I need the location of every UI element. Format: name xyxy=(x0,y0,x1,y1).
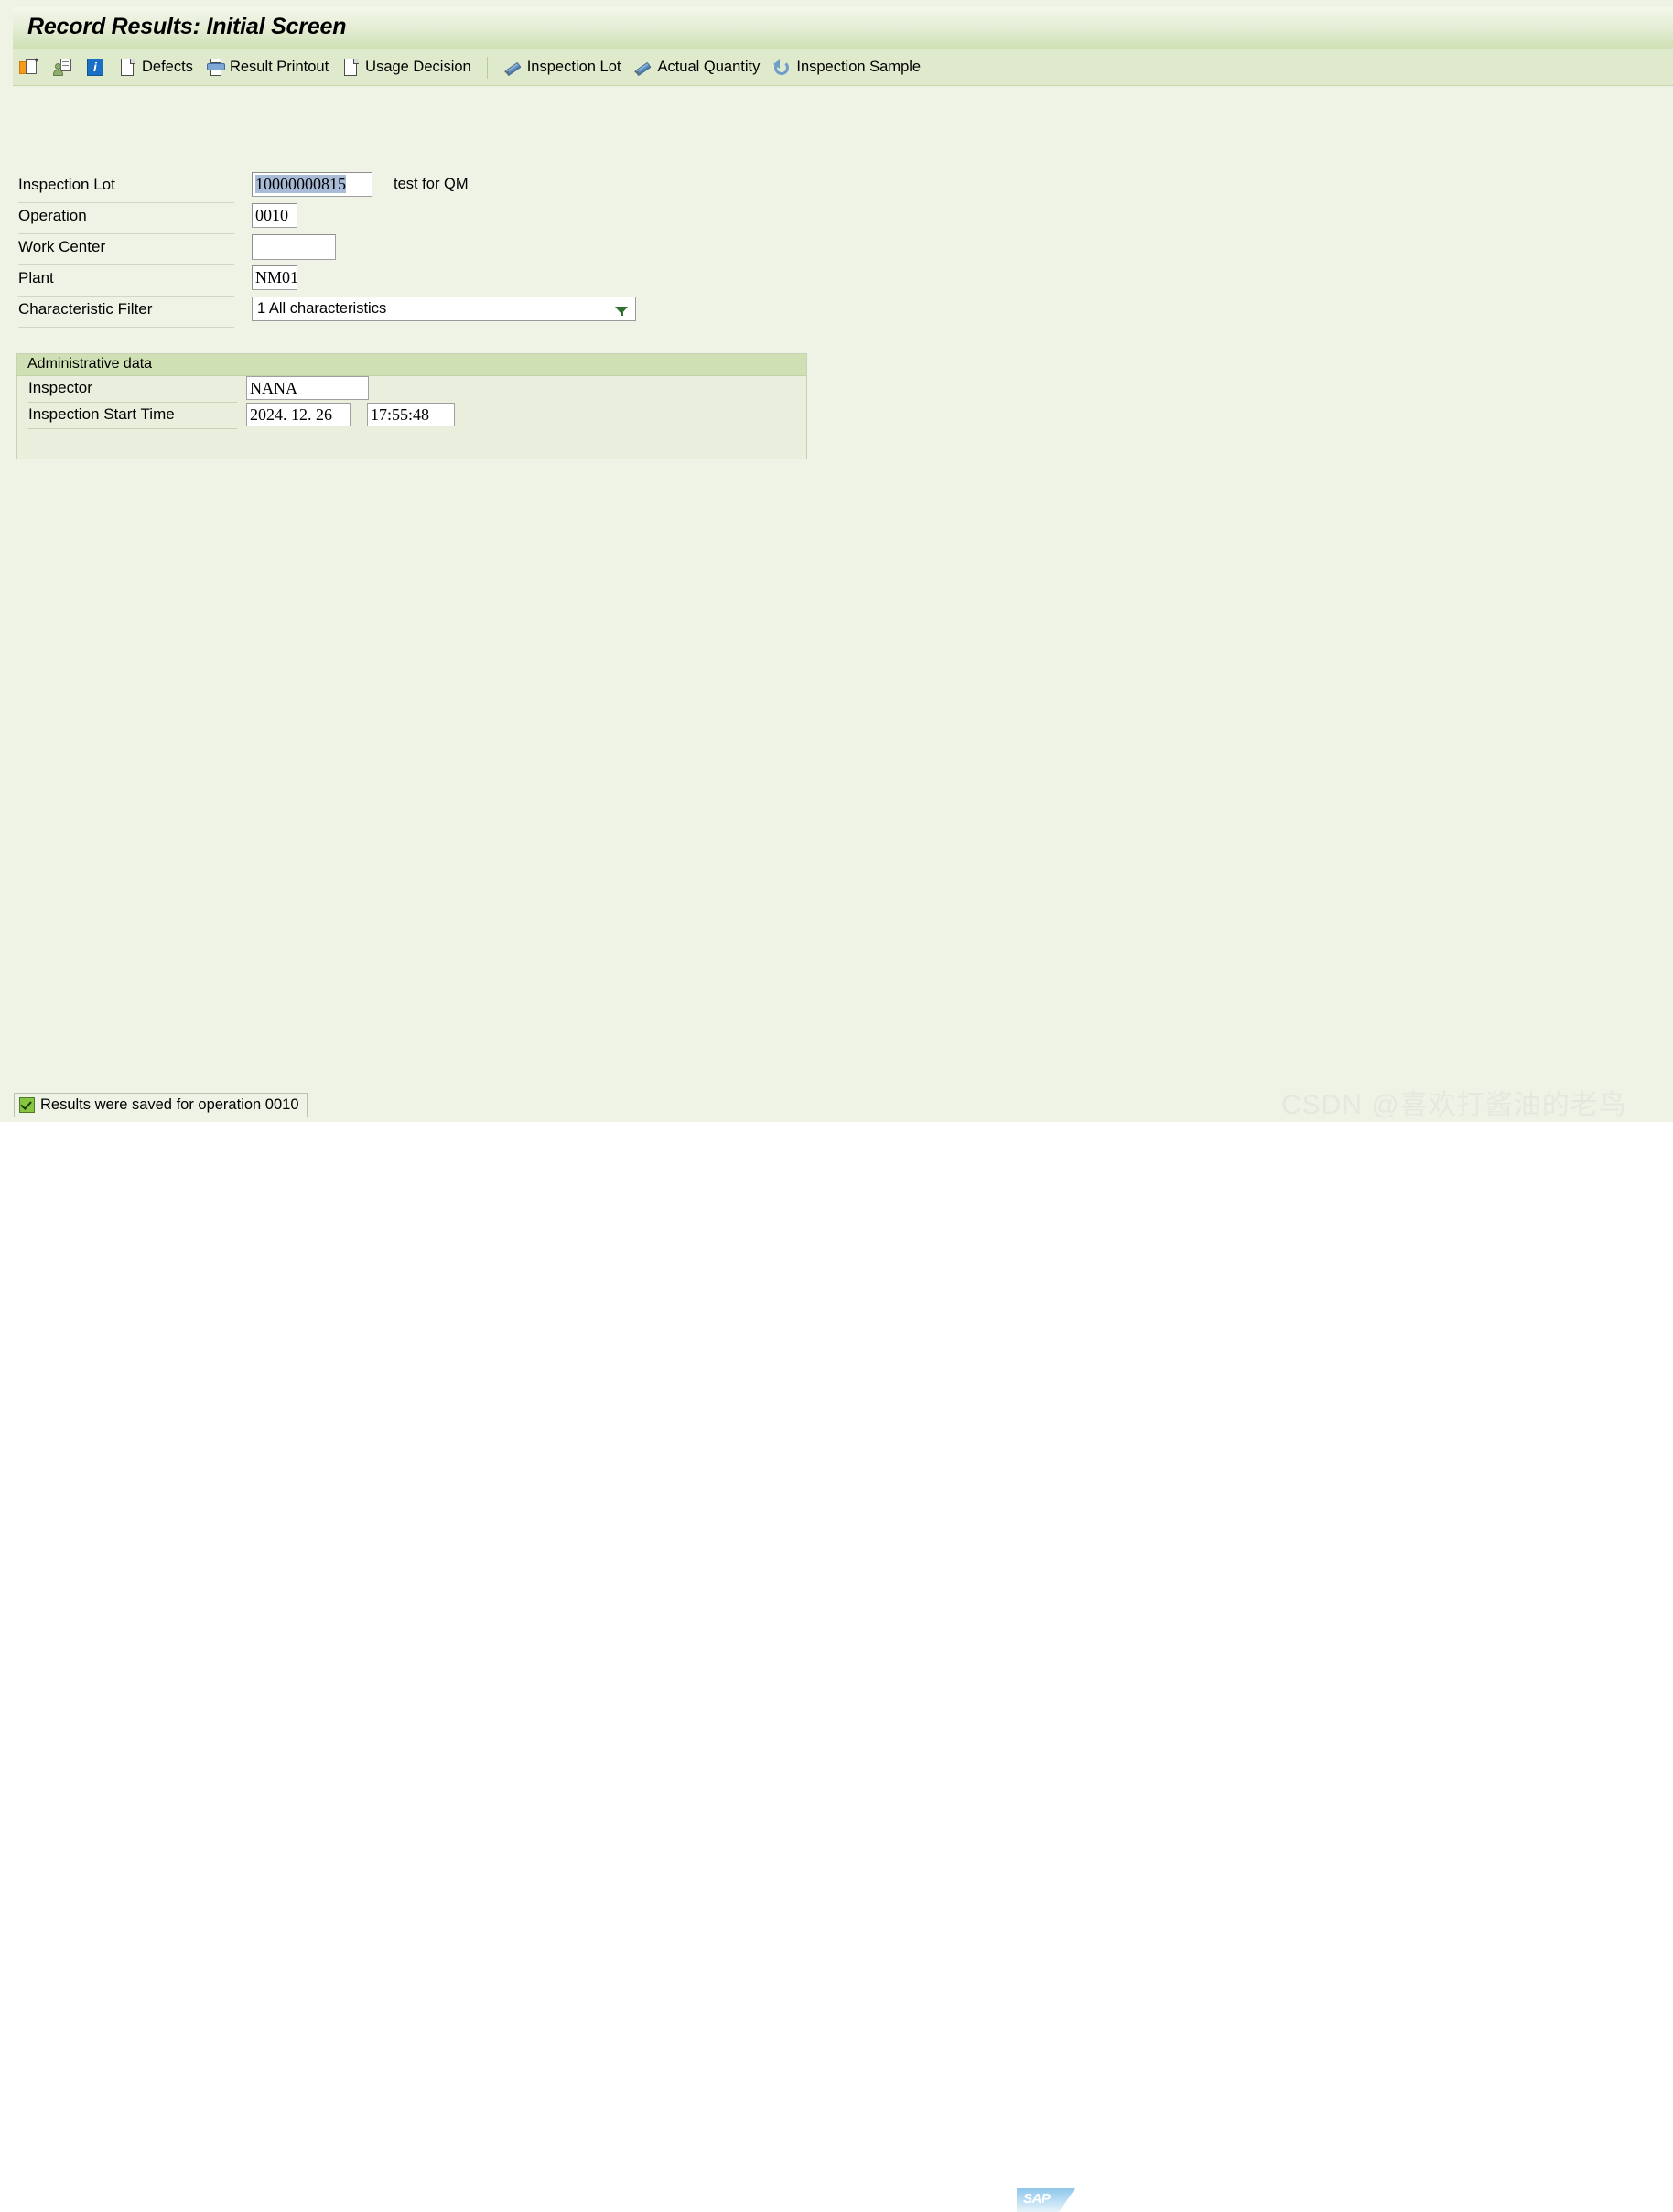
inspector-card-icon xyxy=(52,58,72,78)
toolbar-label-result-printout: Result Printout xyxy=(230,59,329,76)
field-row-inspection-lot: Inspection Lot 10000000815 test for QM xyxy=(18,172,750,203)
toolbar-label-usage-decision: Usage Decision xyxy=(365,59,471,76)
work-center-input[interactable] xyxy=(252,234,336,260)
application-toolbar: ✦ i Defects Result Printout xyxy=(13,49,1673,86)
inspection-start-date-input[interactable]: 2024. 12. 26 xyxy=(246,403,351,426)
inspection-start-time-input[interactable]: 17:55:48 xyxy=(367,403,455,426)
sap-logo-text: SAP xyxy=(1023,2191,1050,2207)
page-icon xyxy=(341,58,362,78)
toolbar-button-inspection-lot[interactable]: Inspection Lot xyxy=(497,54,628,81)
label-inspector: Inspector xyxy=(28,379,92,397)
inspection-lot-value: 10000000815 xyxy=(255,175,346,193)
characteristic-filter-value: 1 All characteristics xyxy=(257,297,386,320)
sap-gui-window: Record Results: Initial Screen ✦ i Defec… xyxy=(0,0,1673,1122)
toolbar-button-actual-quantity[interactable]: Actual Quantity xyxy=(627,54,766,81)
plant-input[interactable]: NM01 xyxy=(252,265,297,290)
toolbar-label-defects: Defects xyxy=(142,59,193,76)
label-operation: Operation xyxy=(18,207,87,225)
operation-input[interactable]: 0010 xyxy=(252,203,297,228)
refresh-icon xyxy=(772,58,793,78)
field-row-operation: Operation 0010 xyxy=(18,203,750,234)
toolbar-button-inspection-sample[interactable]: Inspection Sample xyxy=(766,54,927,81)
label-inspection-start-time: Inspection Start Time xyxy=(28,405,175,424)
toolbar-separator xyxy=(487,57,488,79)
label-work-center: Work Center xyxy=(18,238,105,256)
label-inspection-lot: Inspection Lot xyxy=(18,176,115,194)
toolbar-button-new-inspection-lot[interactable]: ✦ xyxy=(13,54,46,81)
page-title: Record Results: Initial Screen xyxy=(27,14,346,40)
inspection-lot-description: test for QM xyxy=(394,176,469,193)
label-plant: Plant xyxy=(18,269,54,287)
status-message-text: Results were saved for operation 0010 xyxy=(40,1096,299,1114)
toolbar-button-info[interactable]: i xyxy=(79,54,112,81)
csdn-watermark: CSDN @喜欢打酱油的老鸟 xyxy=(1281,1082,1627,1122)
toolbar-label-actual-quantity: Actual Quantity xyxy=(657,59,760,76)
sap-logo: SAP xyxy=(1017,2188,1075,2212)
toolbar-button-defects[interactable]: Defects xyxy=(112,54,200,81)
chevron-down-icon-stem xyxy=(621,312,623,316)
field-row-work-center: Work Center xyxy=(18,234,750,265)
toolbar-label-inspection-lot: Inspection Lot xyxy=(527,59,621,76)
inspector-input[interactable]: NANA xyxy=(246,376,369,400)
row-underline xyxy=(28,428,237,429)
pencil-icon xyxy=(633,58,653,78)
initial-screen-form: Inspection Lot 10000000815 test for QM O… xyxy=(18,172,750,328)
pencil-icon xyxy=(503,58,523,78)
field-row-inspector: Inspector NANA xyxy=(28,376,806,403)
field-row-inspection-start-time: Inspection Start Time 2024. 12. 26 17:55… xyxy=(28,403,806,429)
inspection-lot-input[interactable]: 10000000815 xyxy=(252,172,372,197)
toolbar-button-inspector-card[interactable] xyxy=(46,54,79,81)
title-bar: Record Results: Initial Screen xyxy=(13,7,1673,49)
row-underline xyxy=(18,327,234,328)
page-icon xyxy=(118,58,138,78)
new-inspection-lot-icon: ✦ xyxy=(19,58,39,78)
printer-icon xyxy=(206,58,226,78)
toolbar-button-result-printout[interactable]: Result Printout xyxy=(200,54,335,81)
panel-title: Administrative data xyxy=(27,356,152,372)
field-row-characteristic-filter: Characteristic Filter 1 All characterist… xyxy=(18,297,750,328)
info-icon: i xyxy=(85,58,105,78)
characteristic-filter-dropdown[interactable]: 1 All characteristics xyxy=(252,297,636,321)
toolbar-button-usage-decision[interactable]: Usage Decision xyxy=(335,54,478,81)
panel-body: Inspector NANA Inspection Start Time 202… xyxy=(17,376,806,460)
toolbar-label-inspection-sample: Inspection Sample xyxy=(796,59,921,76)
label-characteristic-filter: Characteristic Filter xyxy=(18,300,152,318)
status-message[interactable]: Results were saved for operation 0010 xyxy=(14,1093,308,1117)
field-row-plant: Plant NM01 xyxy=(18,265,750,297)
panel-header: Administrative data xyxy=(17,354,806,376)
success-checkmark-icon xyxy=(19,1097,35,1113)
administrative-data-panel: Administrative data Inspector NANA Inspe… xyxy=(16,353,807,459)
